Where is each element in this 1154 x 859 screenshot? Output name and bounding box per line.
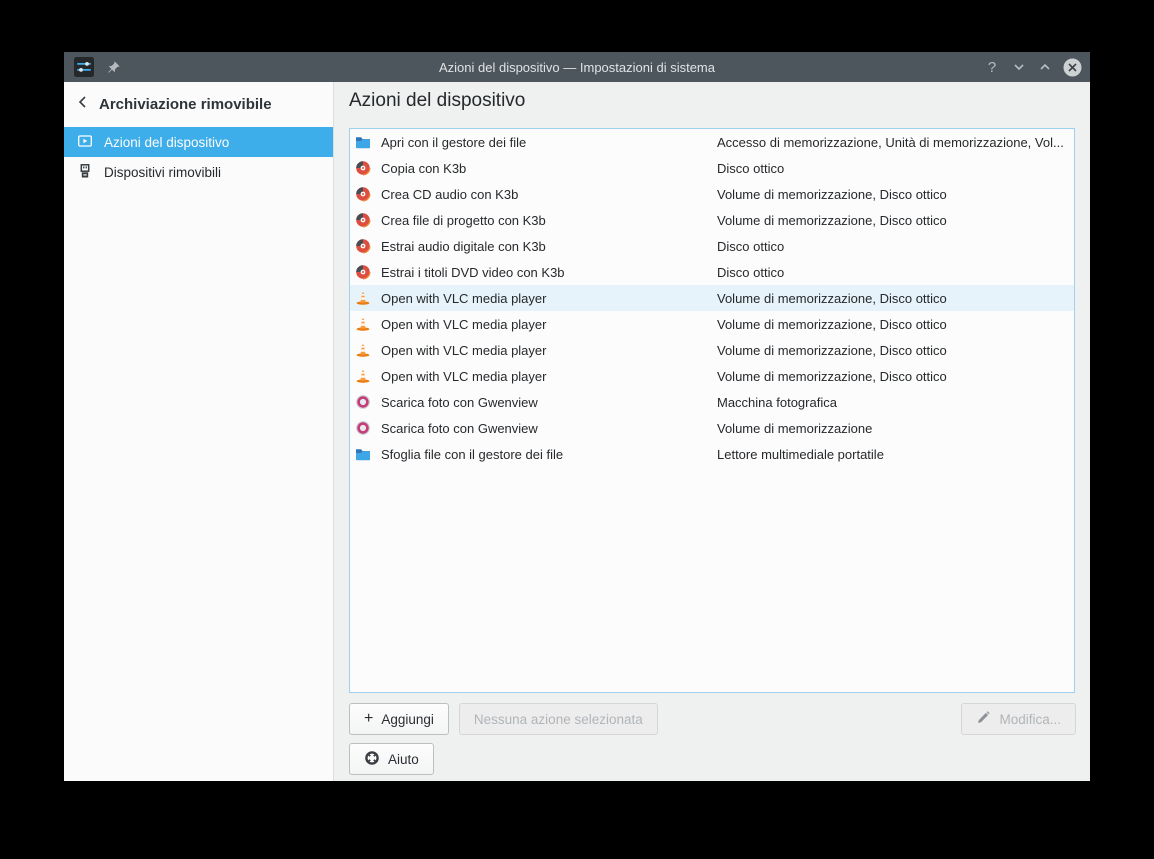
window-title: Azioni del dispositivo — Impostazioni di… (64, 60, 1090, 75)
devices-label: Disco ottico (717, 239, 1074, 254)
action-label: Scarica foto con Gwenview (381, 421, 717, 436)
pencil-icon (976, 710, 991, 728)
system-settings-app-icon (74, 57, 94, 77)
vlc-icon (355, 342, 371, 358)
vlc-icon (355, 316, 371, 332)
table-row[interactable]: Open with VLC media player Volume di mem… (350, 363, 1074, 389)
life-buoy-icon (364, 750, 380, 769)
folder-icon (355, 134, 371, 150)
table-row[interactable]: Crea file di progetto con K3b Volume di … (350, 207, 1074, 233)
devices-label: Lettore multimediale portatile (717, 447, 1074, 462)
devices-label: Disco ottico (717, 265, 1074, 280)
devices-label: Volume di memorizzazione, Disco ottico (717, 213, 1074, 228)
table-row[interactable]: Apri con il gestore dei file Accesso di … (350, 129, 1074, 155)
sidebar-item-label: Azioni del dispositivo (104, 135, 229, 150)
help-action-button[interactable]: Aiuto (349, 743, 434, 775)
devices-label: Volume di memorizzazione (717, 421, 1074, 436)
action-label: Open with VLC media player (381, 343, 717, 358)
devices-label: Accesso di memorizzazione, Unità di memo… (717, 135, 1074, 150)
k3b-icon (355, 212, 371, 228)
action-label: Scarica foto con Gwenview (381, 395, 717, 410)
sidebar: Archiviazione rimovibile Azioni del disp… (64, 82, 334, 781)
devices-label: Volume di memorizzazione, Disco ottico (717, 343, 1074, 358)
actions-list[interactable]: Apri con il gestore dei file Accesso di … (349, 128, 1075, 693)
add-button[interactable]: + Aggiungi (349, 703, 449, 735)
close-button[interactable] (1063, 58, 1082, 77)
sidebar-item-dispositivi-rimovibili[interactable]: Dispositivi rimovibili (64, 157, 333, 187)
k3b-icon (355, 160, 371, 176)
action-label: Sfoglia file con il gestore dei file (381, 447, 717, 462)
k3b-icon (355, 264, 371, 280)
devices-label: Disco ottico (717, 161, 1074, 176)
devices-label: Volume di memorizzazione, Disco ottico (717, 291, 1074, 306)
table-row[interactable]: Open with VLC media player Volume di mem… (350, 311, 1074, 337)
table-row[interactable]: Scarica foto con Gwenview Volume di memo… (350, 415, 1074, 441)
maximize-button[interactable] (1037, 59, 1053, 75)
sidebar-item-label: Dispositivi rimovibili (104, 165, 221, 180)
chevron-left-icon (76, 95, 90, 114)
pin-icon[interactable] (106, 60, 121, 75)
vlc-icon (355, 368, 371, 384)
k3b-icon (355, 186, 371, 202)
table-row[interactable]: Open with VLC media player Volume di mem… (350, 337, 1074, 363)
system-settings-window: Azioni del dispositivo — Impostazioni di… (64, 52, 1090, 781)
table-row[interactable]: Sfoglia file con il gestore dei file Let… (350, 441, 1074, 467)
sidebar-item-azioni-del-dispositivo[interactable]: Azioni del dispositivo (64, 127, 333, 157)
page-title: Azioni del dispositivo (349, 90, 525, 112)
action-label: Apri con il gestore dei file (381, 135, 717, 150)
no-action-selected-button: Nessuna azione selezionata (459, 703, 658, 735)
table-row[interactable]: Scarica foto con Gwenview Macchina fotog… (350, 389, 1074, 415)
devices-label: Macchina fotografica (717, 395, 1074, 410)
action-label: Copia con K3b (381, 161, 717, 176)
gwenview-icon (355, 420, 371, 436)
vlc-icon (355, 290, 371, 306)
sidebar-back-header[interactable]: Archiviazione rimovibile (64, 82, 333, 127)
main-panel: Azioni del dispositivo Apri con il gesto… (334, 82, 1090, 781)
removable-devices-icon (77, 163, 93, 182)
device-actions-icon (77, 133, 93, 152)
action-label: Estrai i titoli DVD video con K3b (381, 265, 717, 280)
devices-label: Volume di memorizzazione, Disco ottico (717, 187, 1074, 202)
folder-icon (355, 446, 371, 462)
minimize-button[interactable] (1011, 59, 1027, 75)
titlebar[interactable]: Azioni del dispositivo — Impostazioni di… (64, 52, 1090, 82)
k3b-icon (355, 238, 371, 254)
gwenview-icon (355, 394, 371, 410)
help-button[interactable]: ? (983, 59, 1001, 76)
sidebar-header-label: Archiviazione rimovibile (99, 96, 272, 113)
action-label: Open with VLC media player (381, 291, 717, 306)
devices-label: Volume di memorizzazione, Disco ottico (717, 317, 1074, 332)
edit-button: Modifica... (961, 703, 1076, 735)
action-label: Crea file di progetto con K3b (381, 213, 717, 228)
table-row[interactable]: Copia con K3b Disco ottico (350, 155, 1074, 181)
action-label: Open with VLC media player (381, 317, 717, 332)
table-row[interactable]: Open with VLC media player Volume di mem… (350, 285, 1074, 311)
plus-icon: + (364, 711, 373, 727)
devices-label: Volume di memorizzazione, Disco ottico (717, 369, 1074, 384)
action-label: Estrai audio digitale con K3b (381, 239, 717, 254)
action-label: Open with VLC media player (381, 369, 717, 384)
table-row[interactable]: Estrai audio digitale con K3b Disco otti… (350, 233, 1074, 259)
table-row[interactable]: Estrai i titoli DVD video con K3b Disco … (350, 259, 1074, 285)
table-row[interactable]: Crea CD audio con K3b Volume di memorizz… (350, 181, 1074, 207)
action-label: Crea CD audio con K3b (381, 187, 717, 202)
